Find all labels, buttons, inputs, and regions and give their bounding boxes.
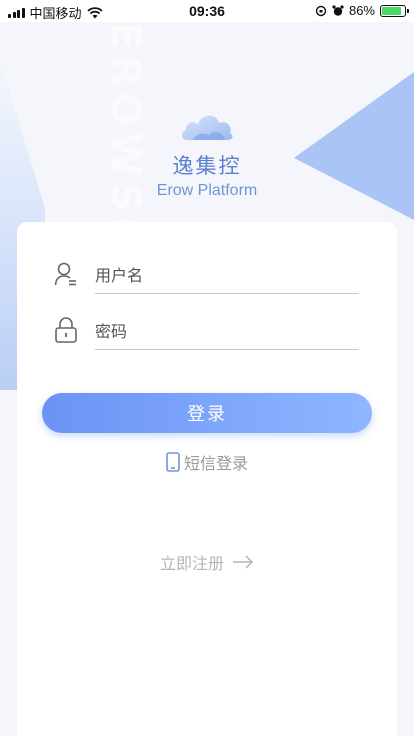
arrow-right-icon	[233, 555, 254, 569]
register-label[interactable]: 立即注册	[160, 550, 224, 574]
password-field	[53, 307, 359, 353]
battery-percent: 86%	[348, 3, 375, 18]
app-name: 逸集控	[172, 155, 242, 178]
login-button[interactable]: 登录	[42, 393, 372, 433]
platform-name: Erow Platform	[156, 182, 258, 199]
user-icon	[53, 260, 79, 288]
phone-icon	[166, 452, 180, 472]
lock-icon	[53, 316, 79, 344]
username-field	[53, 251, 359, 297]
password-input[interactable]	[95, 310, 359, 350]
brand-header: 逸集控 Erow Platform	[0, 108, 414, 200]
battery-icon	[380, 4, 409, 17]
sms-login-link[interactable]: 短信登录	[17, 450, 397, 474]
status-right: 86%	[315, 3, 409, 18]
status-bar: 中国移动 09:36 86%	[0, 0, 414, 22]
username-input[interactable]	[95, 254, 359, 294]
sms-login-label[interactable]: 短信登录	[184, 450, 248, 474]
login-card: 登录 短信登录 立即注册	[17, 222, 397, 736]
rotation-lock-icon	[315, 5, 327, 16]
alarm-icon	[332, 4, 344, 16]
register-link[interactable]: 立即注册	[17, 550, 397, 574]
cloud-logo-icon	[181, 115, 233, 140]
